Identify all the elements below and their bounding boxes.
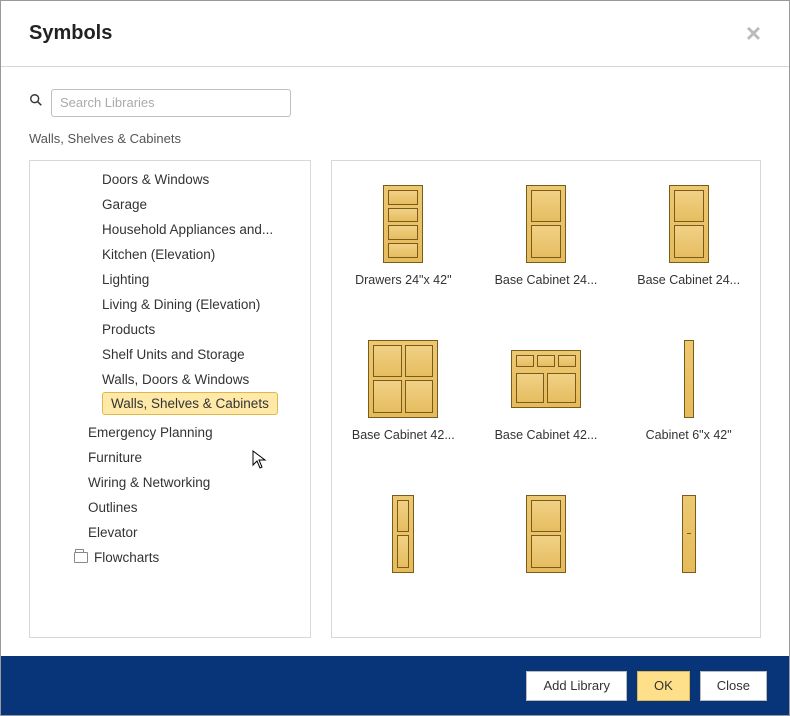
tree-item-label: Doors & Windows bbox=[102, 172, 209, 187]
gallery-item[interactable]: Base Cabinet 24... bbox=[475, 171, 618, 326]
symbol-thumb bbox=[368, 185, 438, 263]
add-library-button[interactable]: Add Library bbox=[526, 671, 626, 701]
tree-item[interactable]: Household Appliances and... bbox=[30, 217, 310, 242]
gallery-item[interactable]: Drawers 24"x 42" bbox=[332, 171, 475, 326]
tree-item-label: Lighting bbox=[102, 272, 149, 287]
library-tree[interactable]: Doors & Windows Garage Household Appliance… bbox=[29, 160, 311, 638]
symbol-thumb bbox=[368, 340, 438, 418]
symbol-gallery[interactable]: Drawers 24"x 42" Base Cabinet 24... Base C… bbox=[331, 160, 761, 638]
gallery-item[interactable] bbox=[332, 481, 475, 636]
symbol-thumb bbox=[368, 495, 438, 573]
tree-item-label: Living & Dining (Elevation) bbox=[102, 297, 260, 312]
tree-item[interactable]: Kitchen (Elevation) bbox=[30, 242, 310, 267]
tree-item-label: Kitchen (Elevation) bbox=[102, 247, 215, 262]
tree-item[interactable]: Outlines bbox=[30, 495, 310, 520]
tree-item[interactable]: Products bbox=[30, 317, 310, 342]
gallery-item[interactable]: Base Cabinet 24... bbox=[617, 171, 760, 326]
symbols-dialog: Symbols × Walls, Shelves & Cabinets Door… bbox=[0, 0, 790, 716]
gallery-item[interactable] bbox=[475, 481, 618, 636]
tree-item[interactable]: Shelf Units and Storage bbox=[30, 342, 310, 367]
search-icon bbox=[29, 93, 43, 112]
gallery-item-label: Base Cabinet 24... bbox=[495, 273, 598, 287]
gallery-item[interactable]: Base Cabinet 42... bbox=[475, 326, 618, 481]
gallery-item[interactable]: Cabinet 6"x 42" bbox=[617, 326, 760, 481]
close-button[interactable]: Close bbox=[700, 671, 767, 701]
gallery-item[interactable]: Base Cabinet 42... bbox=[332, 326, 475, 481]
dialog-title: Symbols bbox=[29, 22, 112, 45]
tree-item-label: Walls, Doors & Windows bbox=[102, 372, 249, 387]
breadcrumb: Walls, Shelves & Cabinets bbox=[1, 125, 789, 160]
tree-item[interactable]: Furniture bbox=[30, 445, 310, 470]
tree-item[interactable]: Emergency Planning bbox=[30, 420, 310, 445]
gallery-item-label: Base Cabinet 24... bbox=[637, 273, 740, 287]
tree-item[interactable]: Flowcharts bbox=[30, 545, 310, 570]
folder-icon bbox=[74, 552, 88, 563]
tree-item-selected[interactable]: Walls, Shelves & Cabinets bbox=[102, 392, 278, 415]
gallery-item-label: Cabinet 6"x 42" bbox=[646, 428, 732, 442]
dialog-footer: Add Library OK Close bbox=[1, 656, 789, 715]
tree-item[interactable]: Doors & Windows bbox=[30, 167, 310, 192]
tree-item-label: Outlines bbox=[88, 500, 138, 515]
tree-item[interactable]: Lighting bbox=[30, 267, 310, 292]
symbol-thumb bbox=[511, 185, 581, 263]
tree-item-label: Emergency Planning bbox=[88, 425, 213, 440]
tree-item[interactable]: Living & Dining (Elevation) bbox=[30, 292, 310, 317]
tree-item[interactable]: Garage bbox=[30, 192, 310, 217]
tree-item-label: Household Appliances and... bbox=[102, 222, 273, 237]
tree-item[interactable]: Elevator bbox=[30, 520, 310, 545]
search-row bbox=[1, 67, 789, 125]
tree-item-label: Wiring & Networking bbox=[88, 475, 210, 490]
symbol-thumb bbox=[654, 185, 724, 263]
tree-item-label: Garage bbox=[102, 197, 147, 212]
tree-item-label: Shelf Units and Storage bbox=[102, 347, 245, 362]
symbol-thumb bbox=[654, 340, 724, 418]
gallery-item-label: Base Cabinet 42... bbox=[495, 428, 598, 442]
tree-item[interactable]: Walls, Doors & Windows bbox=[30, 367, 310, 392]
gallery-item-label: Drawers 24"x 42" bbox=[355, 273, 451, 287]
tree-item-label: Elevator bbox=[88, 525, 138, 540]
panes: Doors & Windows Garage Household Appliance… bbox=[1, 160, 789, 656]
tree-item-label: Furniture bbox=[88, 450, 142, 465]
close-icon[interactable]: × bbox=[746, 20, 761, 46]
symbol-thumb bbox=[511, 340, 581, 418]
gallery-item[interactable] bbox=[617, 481, 760, 636]
tree-item-label: Flowcharts bbox=[94, 550, 159, 565]
gallery-item-label: Base Cabinet 42... bbox=[352, 428, 455, 442]
symbol-thumb bbox=[654, 495, 724, 573]
search-input[interactable] bbox=[51, 89, 291, 117]
ok-button[interactable]: OK bbox=[637, 671, 690, 701]
tree-item[interactable]: Wiring & Networking bbox=[30, 470, 310, 495]
titlebar: Symbols × bbox=[1, 1, 789, 67]
symbol-thumb bbox=[511, 495, 581, 573]
tree-item-label: Products bbox=[102, 322, 155, 337]
